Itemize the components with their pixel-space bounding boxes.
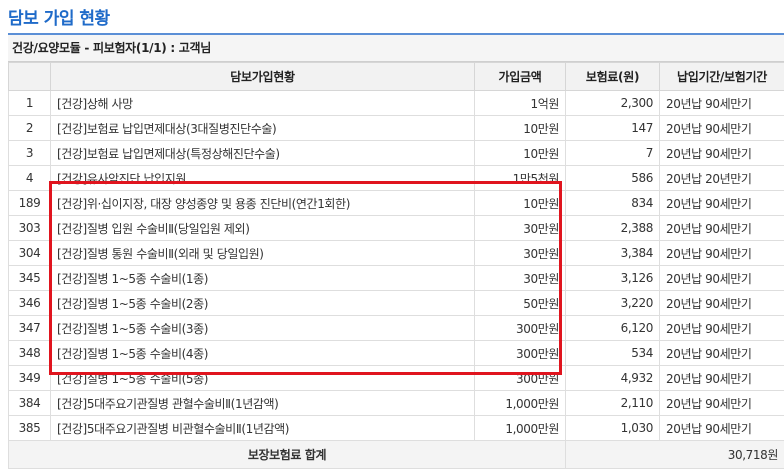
total-value: 30,718원 [566, 441, 784, 469]
cell-no: 345 [9, 266, 51, 291]
cell-no: 303 [9, 216, 51, 241]
cell-coverage: [건강]질병 통원 수술비Ⅱ(외래 및 당일입원) [51, 241, 475, 266]
total-row: 보장보험료 합계 30,718원 [9, 441, 784, 469]
cell-amount: 1,000만원 [475, 391, 566, 416]
cell-coverage: [건강]상해 사망 [51, 91, 475, 116]
cell-premium: 2,388 [566, 216, 660, 241]
cell-amount: 300만원 [475, 316, 566, 341]
cell-amount: 50만원 [475, 291, 566, 316]
page-title: 담보 가입 현황 [8, 4, 110, 29]
cell-amount: 300만원 [475, 366, 566, 391]
cell-amount: 300만원 [475, 341, 566, 366]
cell-premium: 147 [566, 116, 660, 141]
cell-premium: 3,126 [566, 266, 660, 291]
cell-premium: 834 [566, 191, 660, 216]
col-header-premium: 보험료(원) [566, 63, 660, 91]
cell-amount: 30만원 [475, 216, 566, 241]
cell-amount: 1만5천원 [475, 166, 566, 191]
cell-no: 2 [9, 116, 51, 141]
cell-no: 4 [9, 166, 51, 191]
table-row: 303[건강]질병 입원 수술비Ⅱ(당일입원 제외)30만원2,38820년납 … [9, 216, 784, 241]
cell-coverage: [건강]질병 1~5종 수술비(3종) [51, 316, 475, 341]
table-row: 3[건강]보험료 납입면제대상(특정상해진단수술)10만원720년납 90세만기 [9, 141, 784, 166]
cell-coverage: [건강]5대주요기관질병 비관혈수술비Ⅱ(1년감액) [51, 416, 475, 441]
cell-amount: 1,000만원 [475, 416, 566, 441]
cell-no: 3 [9, 141, 51, 166]
cell-premium: 2,300 [566, 91, 660, 116]
cell-term: 20년납 90세만기 [660, 191, 784, 216]
cell-premium: 7 [566, 141, 660, 166]
cell-premium: 3,384 [566, 241, 660, 266]
cell-coverage: [건강]질병 1~5종 수술비(4종) [51, 341, 475, 366]
cell-term: 20년납 90세만기 [660, 416, 784, 441]
cell-term: 20년납 90세만기 [660, 266, 784, 291]
col-header-coverage: 담보가입현황 [51, 63, 475, 91]
cell-term: 20년납 20년만기 [660, 166, 784, 191]
table-body: 1[건강]상해 사망1억원2,30020년납 90세만기2[건강]보험료 납입면… [9, 91, 784, 441]
cell-coverage: [건강]질병 1~5종 수술비(5종) [51, 366, 475, 391]
cell-term: 20년납 90세만기 [660, 291, 784, 316]
cell-term: 20년납 90세만기 [660, 141, 784, 166]
cell-premium: 4,932 [566, 366, 660, 391]
cell-coverage: [건강]질병 1~5종 수술비(1종) [51, 266, 475, 291]
cell-amount: 10만원 [475, 191, 566, 216]
cell-premium: 1,030 [566, 416, 660, 441]
table-row: 4[건강]유사암진단 납입지원1만5천원58620년납 20년만기 [9, 166, 784, 191]
cell-amount: 1억원 [475, 91, 566, 116]
cell-coverage: [건강]질병 입원 수술비Ⅱ(당일입원 제외) [51, 216, 475, 241]
table-row: 347[건강]질병 1~5종 수술비(3종)300만원6,12020년납 90세… [9, 316, 784, 341]
cell-term: 20년납 90세만기 [660, 216, 784, 241]
total-label: 보장보험료 합계 [9, 441, 566, 469]
cell-premium: 6,120 [566, 316, 660, 341]
cell-term: 20년납 90세만기 [660, 341, 784, 366]
cell-coverage: [건강]유사암진단 납입지원 [51, 166, 475, 191]
cell-amount: 30만원 [475, 241, 566, 266]
cell-coverage: [건강]보험료 납입면제대상(3대질병진단수술) [51, 116, 475, 141]
cell-no: 349 [9, 366, 51, 391]
table-row: 349[건강]질병 1~5종 수술비(5종)300만원4,93220년납 90세… [9, 366, 784, 391]
cell-no: 347 [9, 316, 51, 341]
cell-no: 189 [9, 191, 51, 216]
cell-term: 20년납 90세만기 [660, 91, 784, 116]
cell-coverage: [건강]5대주요기관질병 관혈수술비Ⅱ(1년감액) [51, 391, 475, 416]
cell-term: 20년납 90세만기 [660, 241, 784, 266]
cell-term: 20년납 90세만기 [660, 316, 784, 341]
table-row: 346[건강]질병 1~5종 수술비(2종)50만원3,22020년납 90세만… [9, 291, 784, 316]
cell-coverage: [건강]질병 1~5종 수술비(2종) [51, 291, 475, 316]
table-row: 304[건강]질병 통원 수술비Ⅱ(외래 및 당일입원)30만원3,38420년… [9, 241, 784, 266]
section-header: 건강/요양모듈 - 피보험자(1/1) : 고객님 [8, 35, 784, 62]
table-header-row: 담보가입현황 가입금액 보험료(원) 납입기간/보험기간 [9, 63, 784, 91]
cell-amount: 30만원 [475, 266, 566, 291]
cell-no: 304 [9, 241, 51, 266]
table-row: 189[건강]위·십이지장, 대장 양성종양 및 용종 진단비(연간1회한)10… [9, 191, 784, 216]
table-row: 385[건강]5대주요기관질병 비관혈수술비Ⅱ(1년감액)1,000만원1,03… [9, 416, 784, 441]
cell-coverage: [건강]보험료 납입면제대상(특정상해진단수술) [51, 141, 475, 166]
table-row: 348[건강]질병 1~5종 수술비(4종)300만원53420년납 90세만기 [9, 341, 784, 366]
cell-premium: 3,220 [566, 291, 660, 316]
table-row: 1[건강]상해 사망1억원2,30020년납 90세만기 [9, 91, 784, 116]
cell-no: 1 [9, 91, 51, 116]
cell-amount: 10만원 [475, 141, 566, 166]
cell-no: 346 [9, 291, 51, 316]
table-row: 345[건강]질병 1~5종 수술비(1종)30만원3,12620년납 90세만… [9, 266, 784, 291]
cell-premium: 586 [566, 166, 660, 191]
cell-amount: 10만원 [475, 116, 566, 141]
coverage-table: 담보가입현황 가입금액 보험료(원) 납입기간/보험기간 1[건강]상해 사망1… [8, 62, 784, 469]
cell-premium: 2,110 [566, 391, 660, 416]
cell-term: 20년납 90세만기 [660, 391, 784, 416]
cell-no: 385 [9, 416, 51, 441]
col-header-term: 납입기간/보험기간 [660, 63, 784, 91]
cell-no: 348 [9, 341, 51, 366]
cell-term: 20년납 90세만기 [660, 366, 784, 391]
cell-coverage: [건강]위·십이지장, 대장 양성종양 및 용종 진단비(연간1회한) [51, 191, 475, 216]
col-header-amount: 가입금액 [475, 63, 566, 91]
cell-term: 20년납 90세만기 [660, 116, 784, 141]
table-row: 2[건강]보험료 납입면제대상(3대질병진단수술)10만원14720년납 90세… [9, 116, 784, 141]
cell-premium: 534 [566, 341, 660, 366]
table-row: 384[건강]5대주요기관질병 관혈수술비Ⅱ(1년감액)1,000만원2,110… [9, 391, 784, 416]
col-header-no [9, 63, 51, 91]
cell-no: 384 [9, 391, 51, 416]
